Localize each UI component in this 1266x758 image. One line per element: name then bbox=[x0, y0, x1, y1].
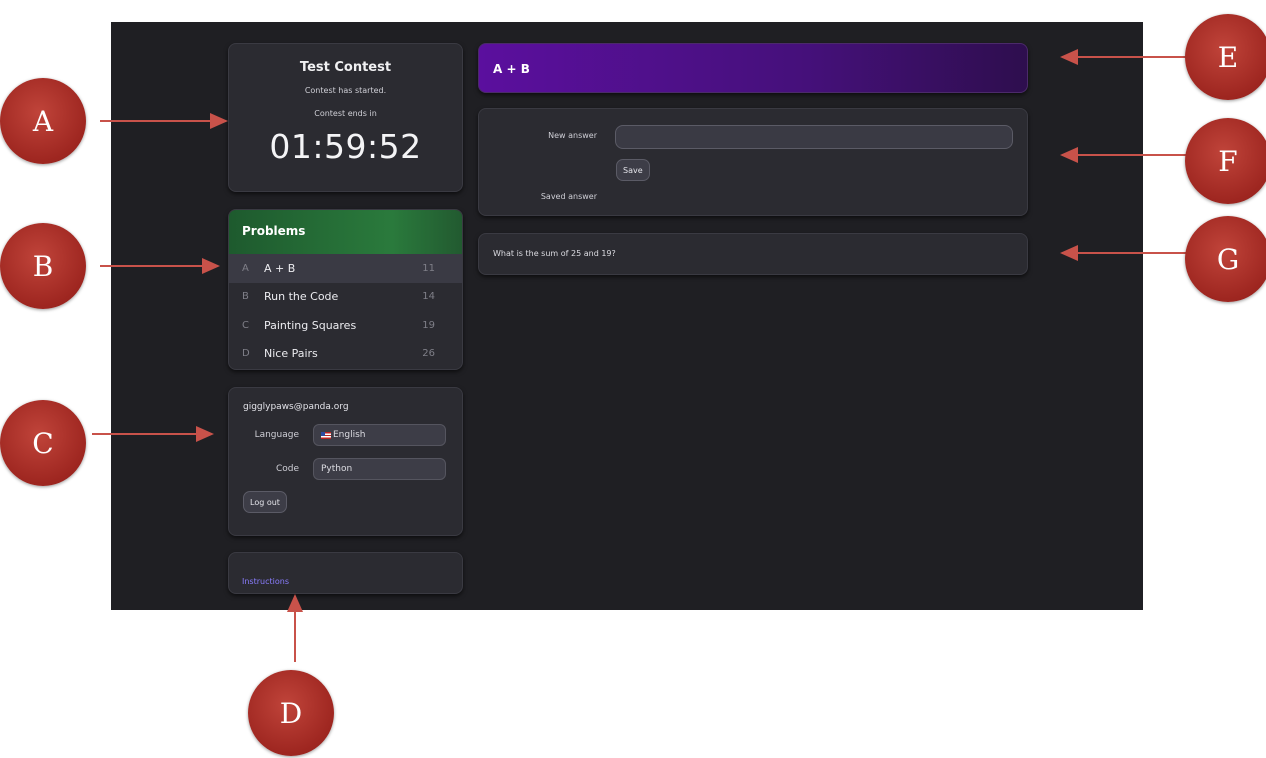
callout-e: E bbox=[1185, 14, 1266, 100]
callout-g: G bbox=[1185, 216, 1266, 302]
callout-b: B bbox=[0, 223, 86, 309]
callout-c: C bbox=[0, 400, 86, 486]
callout-a: A bbox=[0, 78, 86, 164]
annotation-arrows bbox=[92, 49, 1190, 662]
callout-d: D bbox=[248, 670, 334, 756]
callout-f: F bbox=[1185, 118, 1266, 204]
